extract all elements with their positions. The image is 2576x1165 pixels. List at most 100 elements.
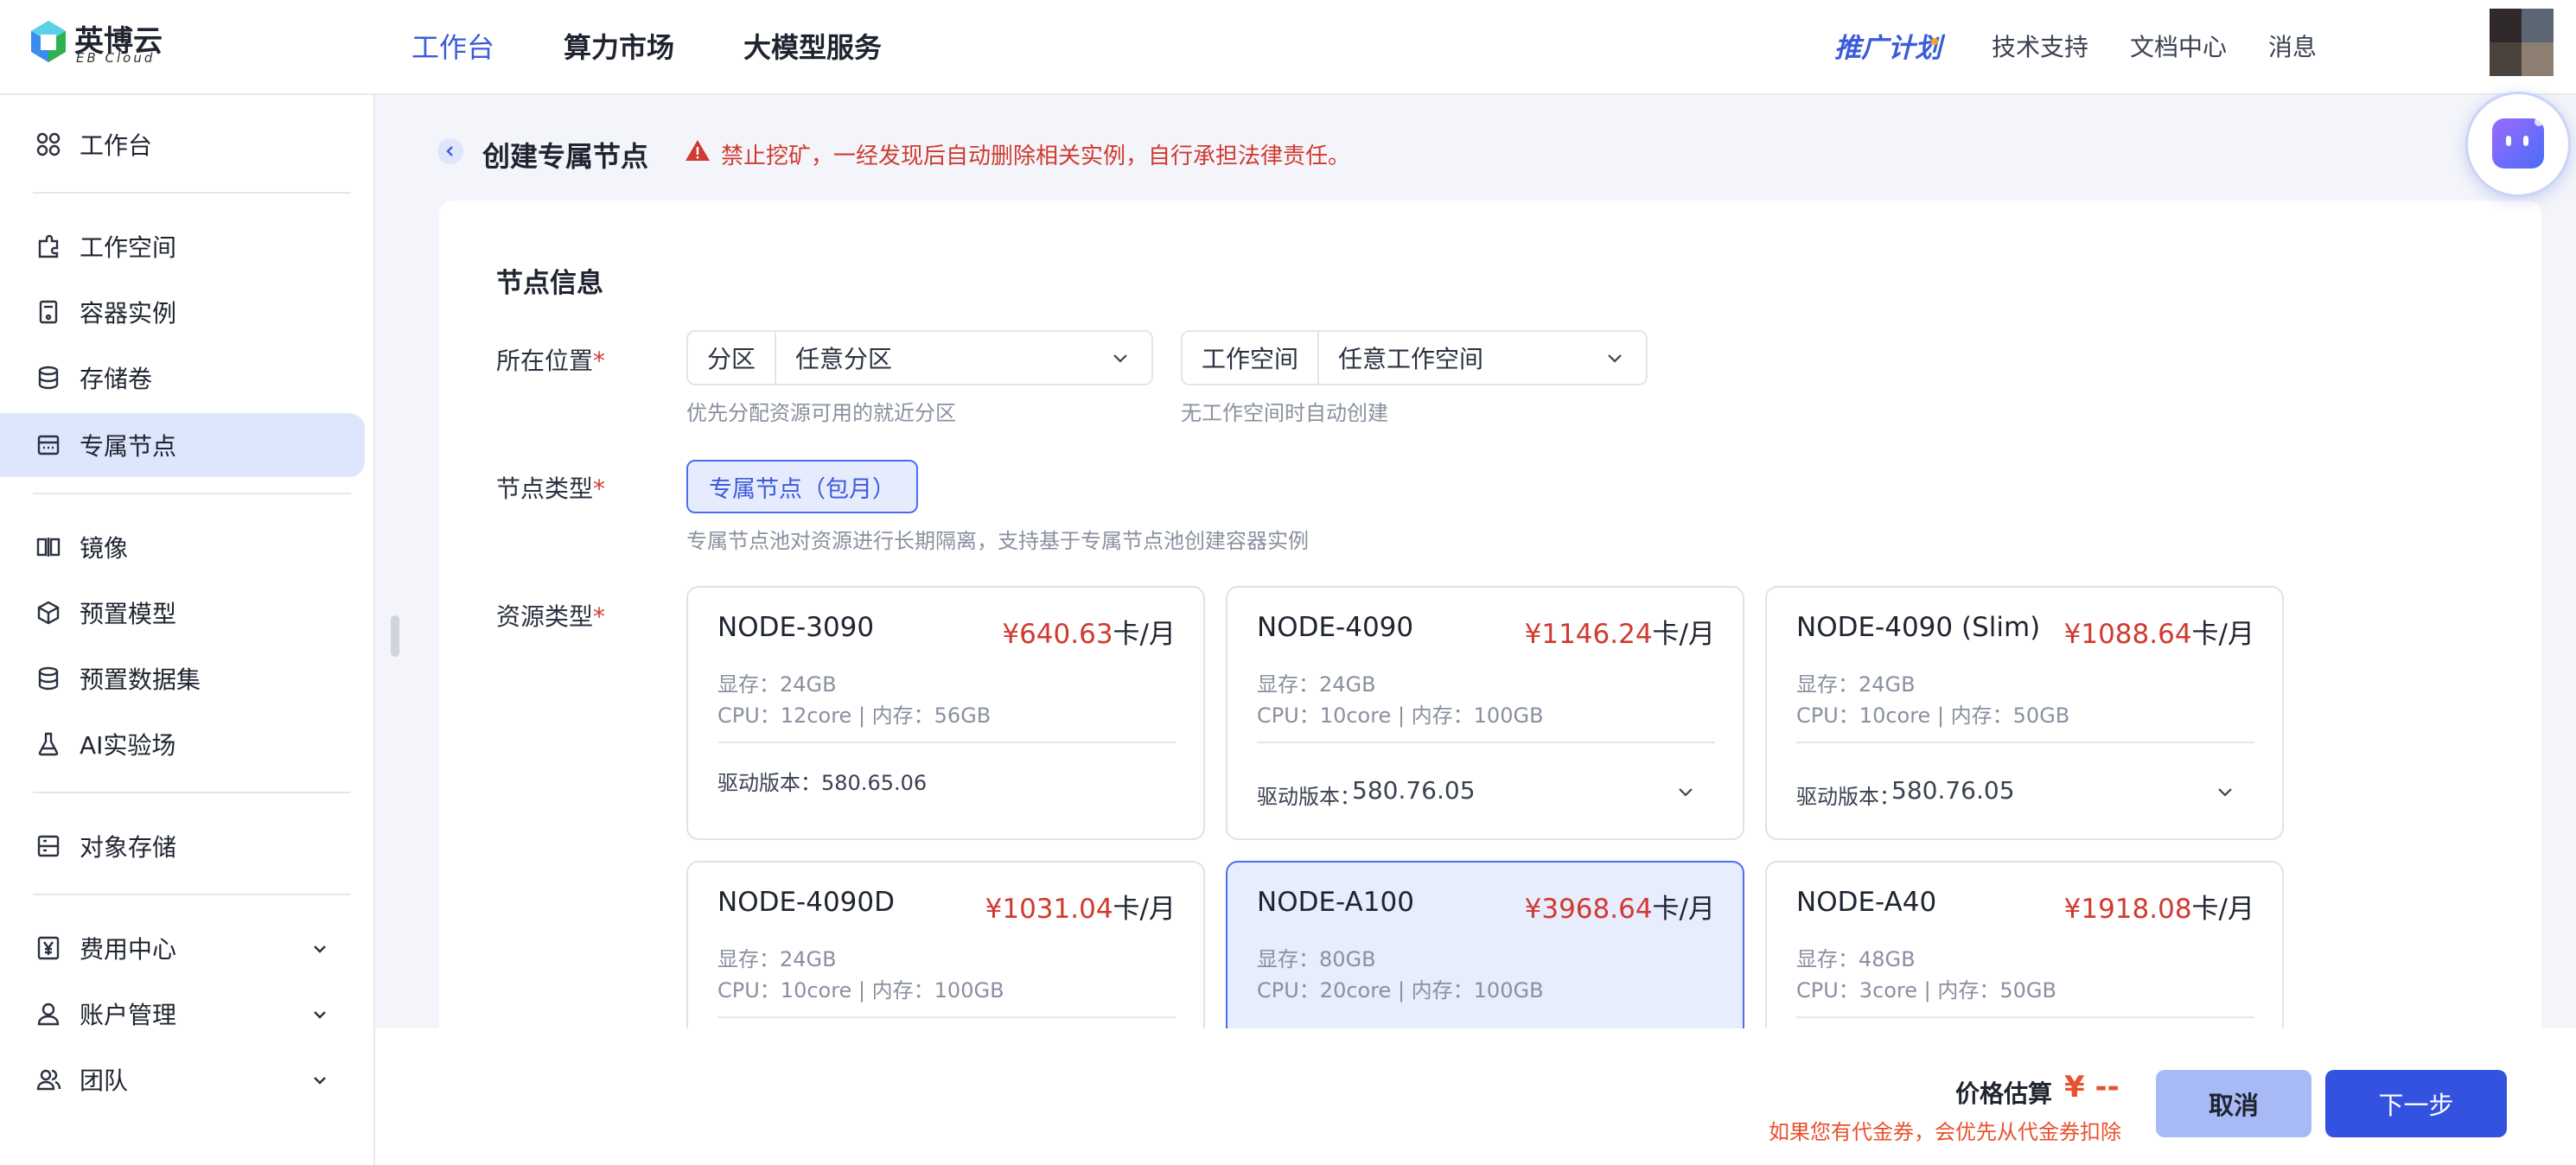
workspace-hint: 无工作空间时自动创建 <box>1181 401 1388 425</box>
chevron-down-icon <box>1108 346 1132 370</box>
chevron-down-icon <box>309 939 330 959</box>
object-storage-icon <box>35 832 62 860</box>
sidebar-item-label: 存储卷 <box>80 365 153 393</box>
sidebar-item-label: AI实验场 <box>80 731 176 760</box>
resource-price: ¥1031.04卡/月 <box>985 894 1176 925</box>
sidebar-item-ai-lab[interactable]: AI实验场 <box>0 712 365 776</box>
promo-link[interactable]: 推广计划 <box>1834 26 1942 65</box>
node-type-hint: 专属节点池对资源进行长期隔离，支持基于专属节点池创建容器实例 <box>686 529 1309 553</box>
workspace-prefix: 工作空间 <box>1183 332 1320 384</box>
resource-name: NODE-A40 <box>1796 887 1937 918</box>
zone-hint: 优先分配资源可用的就近分区 <box>686 401 956 425</box>
cube-icon <box>35 599 62 627</box>
tech-support-link[interactable]: 技术支持 <box>1992 29 2088 63</box>
workspace-select[interactable]: 工作空间 任意工作空间 <box>1181 330 1648 385</box>
sidebar-divider <box>33 192 351 194</box>
chevron-down-icon <box>309 1070 330 1091</box>
card-divider <box>717 742 1176 743</box>
chevron-down-icon[interactable] <box>2213 780 2237 804</box>
price-estimate-label: 价格估算 <box>1955 1079 2053 1108</box>
sidebar-divider <box>33 894 351 895</box>
next-button[interactable]: 下一步 <box>2325 1070 2507 1137</box>
messages-link[interactable]: 消息 <box>2268 29 2317 63</box>
back-button[interactable] <box>437 138 463 164</box>
resource-cpu-memory: CPU：3core | 内存：50GB <box>1796 978 2056 1003</box>
avatar[interactable] <box>2490 9 2554 76</box>
chevron-down-icon[interactable] <box>1674 780 1698 804</box>
resource-name: NODE-4090 (Slim) <box>1796 612 2041 643</box>
user-icon <box>35 1000 62 1028</box>
sidebar-item-label: 预置模型 <box>80 600 177 628</box>
resource-price: ¥1088.64卡/月 <box>2063 619 2254 650</box>
resource-card-node-3090[interactable]: NODE-3090 ¥640.63卡/月 显存：24GB CPU：12core … <box>686 586 1205 840</box>
sidebar-item-workspace[interactable]: 工作空间 <box>0 214 365 278</box>
resource-name: NODE-3090 <box>717 612 875 643</box>
docs-link[interactable]: 文档中心 <box>2130 29 2227 63</box>
brand-subtitle: EB Cloud <box>76 50 156 66</box>
sidebar-divider <box>33 493 351 494</box>
sidebar-item-label: 专属节点 <box>80 432 177 461</box>
resource-card-node-4090-slim[interactable]: NODE-4090 (Slim) ¥1088.64卡/月 显存：24GB CPU… <box>1765 586 2284 840</box>
driver-version-select[interactable]: 580.76.05 <box>1891 776 2015 805</box>
card-divider <box>1796 1016 2254 1018</box>
database-icon <box>35 364 62 392</box>
assistant-bot-button[interactable] <box>2465 92 2571 197</box>
node-icon <box>35 431 62 459</box>
resource-price: ¥3968.64卡/月 <box>1524 894 1715 925</box>
chevron-down-icon <box>309 1004 330 1025</box>
resource-type-label: 资源类型* <box>496 602 606 631</box>
sidebar-item-dedicated-nodes[interactable]: 专属节点 <box>0 413 365 477</box>
sidebar-item-object-storage[interactable]: 对象存储 <box>0 814 365 878</box>
topnav-compute-market[interactable]: 算力市场 <box>564 26 674 66</box>
top-navbar: 英博云 EB Cloud 工作台 算力市场 大模型服务 推广计划 技术支持 文档… <box>0 0 2576 95</box>
resource-cpu-memory: CPU：10core | 内存：50GB <box>1796 703 2070 728</box>
topnav-workbench[interactable]: 工作台 <box>411 26 494 66</box>
resource-name: NODE-4090D <box>717 887 895 918</box>
resource-card-node-4090[interactable]: NODE-4090 ¥1146.24卡/月 显存：24GB CPU：10core… <box>1226 586 1744 840</box>
node-type-option-monthly[interactable]: 专属节点（包月） <box>686 460 918 513</box>
cancel-button[interactable]: 取消 <box>2156 1070 2311 1137</box>
sidebar-item-label: 团队 <box>80 1066 129 1095</box>
chevron-down-icon <box>1603 346 1627 370</box>
driver-label: 驱动版本： <box>1796 785 1900 809</box>
workspace-icon <box>35 232 62 260</box>
logo-icon[interactable] <box>29 19 67 64</box>
sidebar-item-volumes[interactable]: 存储卷 <box>0 346 365 410</box>
card-divider <box>1796 742 2254 743</box>
resource-name: NODE-4090 <box>1257 612 1414 643</box>
sidebar-resize-handle[interactable] <box>391 615 399 657</box>
zone-select[interactable]: 分区 任意分区 <box>686 330 1153 385</box>
sidebar-item-label: 工作台 <box>80 131 153 160</box>
card-divider <box>1257 742 1715 743</box>
voucher-note: 如果您有代金券，会优先从代金券扣除 <box>1769 1120 2121 1144</box>
dataset-icon <box>35 665 62 692</box>
resource-gpu-memory: 显存：48GB <box>1796 947 1916 971</box>
resource-price: ¥1918.08卡/月 <box>2063 894 2254 925</box>
resource-gpu-memory: 显存：24GB <box>1257 672 1376 697</box>
sidebar: 工作台 工作空间 容器实例 存储卷 专属节点 镜像 预置模型 预置数据集 AI实… <box>0 95 375 1165</box>
warning-icon <box>685 138 711 162</box>
sidebar-item-team[interactable]: 团队 <box>0 1047 365 1111</box>
sidebar-item-label: 镜像 <box>80 534 129 563</box>
driver-version-select[interactable]: 580.76.05 <box>1352 776 1476 805</box>
yen-icon <box>35 934 62 962</box>
sidebar-item-preset-datasets[interactable]: 预置数据集 <box>0 646 365 710</box>
resource-gpu-memory: 显存：24GB <box>1796 672 1916 697</box>
image-icon <box>35 533 62 561</box>
sidebar-item-workbench[interactable]: 工作台 <box>0 112 365 176</box>
sidebar-item-images[interactable]: 镜像 <box>0 515 365 579</box>
topnav-llm-service[interactable]: 大模型服务 <box>743 26 882 66</box>
sidebar-item-label: 对象存储 <box>80 833 177 862</box>
node-type-label: 节点类型* <box>496 474 606 503</box>
sidebar-item-label: 容器实例 <box>80 299 177 328</box>
sidebar-item-preset-models[interactable]: 预置模型 <box>0 581 365 645</box>
zone-prefix: 分区 <box>688 332 777 384</box>
dashboard-icon <box>35 131 62 158</box>
sidebar-item-account[interactable]: 账户管理 <box>0 982 365 1046</box>
resource-gpu-memory: 显存：24GB <box>717 947 837 971</box>
container-icon <box>35 298 62 326</box>
sidebar-item-billing[interactable]: 费用中心 <box>0 916 365 980</box>
sidebar-item-label: 账户管理 <box>80 1001 177 1029</box>
sidebar-item-containers[interactable]: 容器实例 <box>0 280 365 344</box>
resource-gpu-memory: 显存：80GB <box>1257 947 1376 971</box>
